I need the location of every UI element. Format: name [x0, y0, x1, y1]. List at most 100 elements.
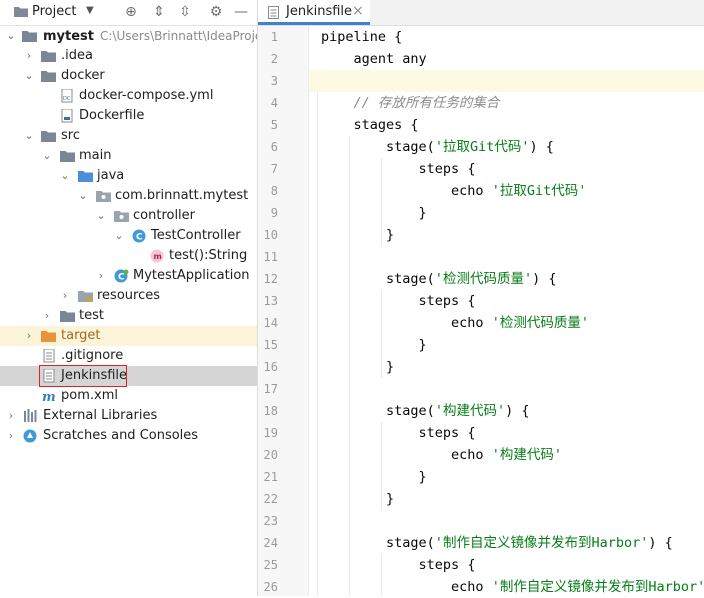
tree-item-label: mytest C:\Users\Brinnatt\IdeaProjec [43, 26, 257, 47]
tree-item-mytest[interactable]: ⌄ mytest C:\Users\Brinnatt\IdeaProjec [0, 26, 257, 46]
collapse-all-icon[interactable]: ⇳ [176, 3, 194, 21]
tree-item-java[interactable]: ⌄ java [0, 166, 257, 186]
svg-text:m: m [42, 390, 56, 403]
close-icon[interactable]: × [352, 3, 364, 19]
locate-icon[interactable]: ⊕ [122, 3, 140, 21]
code-line: } [309, 356, 704, 378]
expand-arrow-icon[interactable]: ⌄ [77, 186, 89, 206]
tree-item-target[interactable]: › target [0, 326, 257, 346]
code-area[interactable]: pipeline { agent any // 存放所有任务的集合 stages… [309, 26, 704, 596]
hide-icon[interactable]: — [232, 3, 250, 21]
resources-folder-icon [78, 291, 93, 302]
collapsed-arrow-icon[interactable]: › [95, 266, 107, 286]
tree-item-method-test[interactable]: m test():String [0, 246, 257, 266]
class-icon: C [132, 229, 146, 243]
tree-item-controller[interactable]: ⌄ controller [0, 206, 257, 226]
collapsed-arrow-icon[interactable]: › [41, 306, 53, 326]
tree-item-label: main [79, 148, 112, 163]
tree-item-label: External Libraries [43, 408, 158, 423]
tree-item-label: java [97, 168, 125, 183]
folder-icon [22, 31, 37, 42]
tree-item-package-root[interactable]: ⌄ com.brinnatt.mytest [0, 186, 257, 206]
project-folder-icon [14, 7, 28, 17]
chevron-down-icon[interactable]: ▼ [86, 5, 94, 16]
folder-icon [41, 51, 56, 62]
tree-item-dockerfile[interactable]: Dockerfile [0, 106, 257, 126]
expand-all-icon[interactable]: ⇕ [150, 3, 168, 21]
code-token: stage( [386, 271, 435, 287]
collapsed-arrow-icon[interactable]: › [23, 46, 35, 66]
tree-item-pom[interactable]: m pom.xml [0, 386, 257, 406]
folder-icon [41, 131, 56, 142]
code-line: } [309, 202, 704, 224]
tree-item-gitignore[interactable]: .gitignore [0, 346, 257, 366]
expand-arrow-icon[interactable]: ⌄ [95, 206, 107, 226]
expand-arrow-icon[interactable]: ⌄ [113, 226, 125, 246]
tree-item-resources[interactable]: › resources [0, 286, 257, 306]
tree-item-mytestapplication[interactable]: › C MytestApplication [0, 266, 257, 286]
tree-item-scratches[interactable]: › Scratches and Consoles [0, 426, 257, 446]
code-token: steps { [418, 557, 476, 573]
source-folder-icon [78, 171, 93, 182]
code-comment: // 存放所有任务的集合 [353, 95, 500, 111]
code-token: steps { [418, 425, 476, 441]
collapsed-arrow-icon[interactable]: › [23, 326, 35, 346]
code-line: steps { [309, 158, 704, 180]
line-number: 19 [263, 426, 278, 440]
collapsed-arrow-icon[interactable]: › [5, 426, 17, 446]
code-token: } [418, 337, 427, 353]
expand-arrow-icon[interactable]: ⌄ [23, 66, 35, 86]
code-token: pipeline { [321, 29, 403, 45]
code-string: '构建代码' [491, 447, 562, 463]
collapsed-arrow-icon[interactable]: › [59, 286, 71, 306]
tree-item-idea[interactable]: › .idea [0, 46, 257, 66]
code-line: } [309, 466, 704, 488]
code-token: ) { [648, 535, 673, 551]
tree-item-main[interactable]: ⌄ main [0, 146, 257, 166]
line-number: 5 [270, 118, 278, 132]
project-view-title[interactable]: Project [32, 4, 76, 19]
tree-item-test[interactable]: › test [0, 306, 257, 326]
code-line: stage('构建代码') { [309, 400, 704, 422]
line-number-gutter: 1 2 3 4 5 6 7 8 9 10 11 12 13 14 15 16 17 18 19 20 21 22 23 24 2… [258, 26, 309, 596]
collapsed-arrow-icon[interactable]: › [5, 406, 17, 426]
tree-item-label: docker-compose.yml [79, 88, 214, 103]
tab-jenkinsfile[interactable]: Jenkinsfile × [258, 0, 370, 25]
expand-arrow-icon[interactable]: ⌄ [23, 126, 35, 146]
code-token: } [418, 469, 427, 485]
expand-arrow-icon[interactable]: ⌄ [41, 146, 53, 166]
code-line: echo '制作自定义镜像并发布到Harbor' [309, 576, 704, 596]
tree-item-external-libraries[interactable]: › External Libraries [0, 406, 257, 426]
line-number: 12 [263, 272, 278, 286]
text-file-icon [43, 349, 55, 363]
tree-item-docker-compose[interactable]: DC docker-compose.yml [0, 86, 257, 106]
line-number: 16 [263, 360, 278, 374]
tree-item-label: com.brinnatt.mytest [115, 188, 249, 203]
settings-icon[interactable]: ⚙ [207, 3, 225, 21]
docker-compose-file-icon: DC [61, 89, 73, 103]
tree-item-label: controller [133, 208, 196, 223]
tree-item-label: test():String [169, 248, 248, 263]
code-token: ) { [532, 271, 557, 287]
tree-item-testcontroller[interactable]: ⌄ C TestController [0, 226, 257, 246]
line-number: 14 [263, 316, 278, 330]
folder-icon [60, 151, 75, 162]
code-token: } [386, 227, 395, 243]
code-line: stages { [309, 114, 704, 136]
tree-item-label: MytestApplication [133, 268, 250, 283]
tree-item-docker[interactable]: ⌄ docker [0, 66, 257, 86]
tree-item-src[interactable]: ⌄ src [0, 126, 257, 146]
tree-item-label: src [61, 128, 80, 143]
expand-arrow-icon[interactable]: ⌄ [5, 26, 17, 46]
code-token: stage( [386, 403, 435, 419]
expand-arrow-icon[interactable]: ⌄ [59, 166, 71, 186]
line-number: 23 [263, 514, 278, 528]
code-line: echo '检测代码质量' [309, 312, 704, 334]
